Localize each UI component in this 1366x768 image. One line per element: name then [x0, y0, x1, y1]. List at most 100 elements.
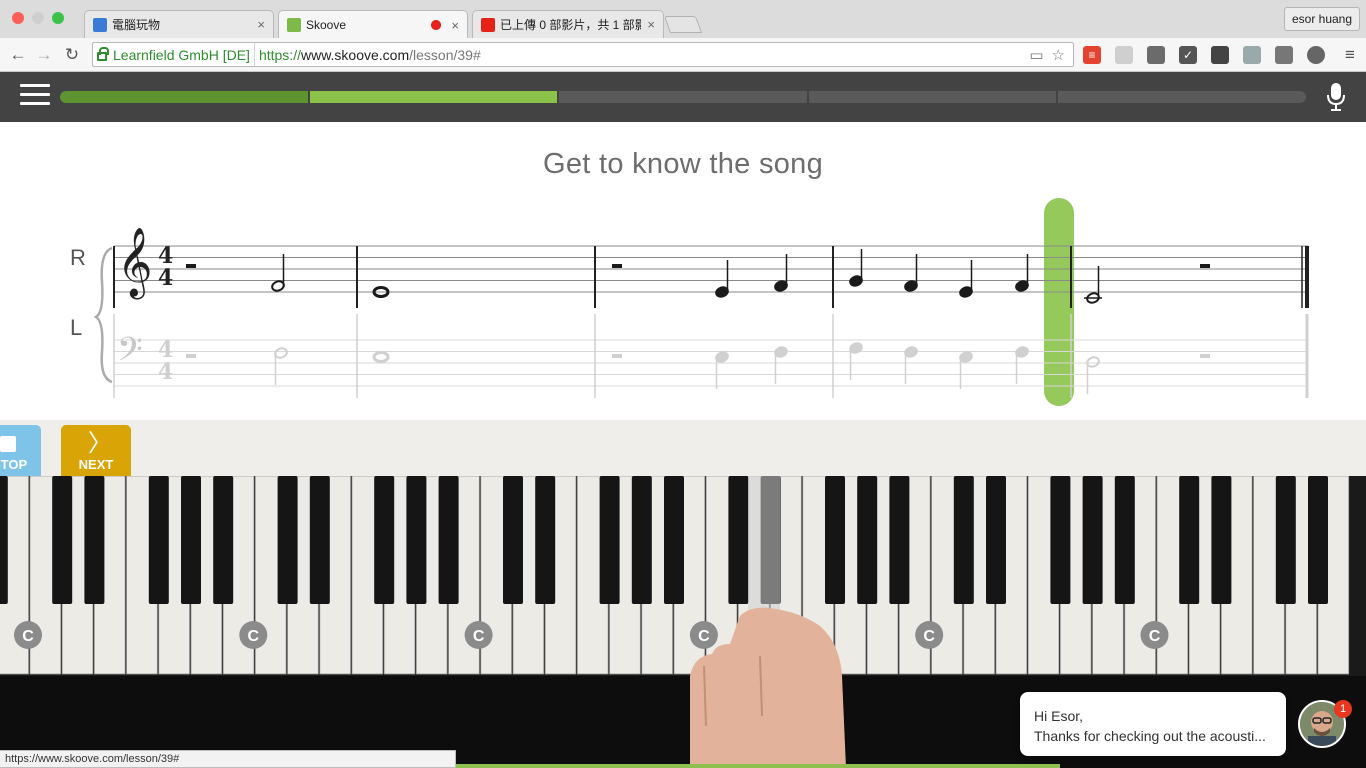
black-key: [213, 476, 234, 604]
c-key-label: C: [1149, 628, 1161, 645]
chat-message-bubble[interactable]: Hi Esor, Thanks for checking out the aco…: [1020, 692, 1286, 756]
dianao-favicon-icon: [93, 17, 107, 32]
black-key: [1308, 476, 1328, 604]
evernote-extension-icon[interactable]: [1147, 46, 1165, 64]
left-hand-label: L: [70, 315, 82, 340]
lesson-progress-bar: [60, 91, 1306, 103]
menu-icon[interactable]: ≡: [1340, 45, 1360, 65]
film-extension-icon[interactable]: [1211, 46, 1229, 64]
forward-icon[interactable]: →: [34, 45, 54, 65]
c-key-label: C: [473, 628, 485, 645]
control-bar: STOP 〉 NEXT: [0, 420, 1366, 476]
black-key: [535, 476, 556, 604]
url-path: /lesson/39#: [409, 46, 481, 63]
video-progress-bar: [456, 764, 1060, 768]
rest-icon: [612, 264, 622, 268]
progress-segment: [1058, 91, 1306, 103]
black-key: [1275, 476, 1296, 604]
black-key: [52, 476, 73, 604]
rest-icon: [612, 354, 622, 358]
c-key-label: C: [248, 628, 260, 645]
url-host: www.skoove.com: [300, 46, 410, 63]
right-hand-label: R: [70, 245, 86, 270]
cast-icon[interactable]: [1275, 46, 1293, 64]
sheet-music: R L 𝄞 4 4 𝄢 4 4: [70, 198, 1309, 406]
browser-toolbar: ← → ↻ Learnfield GmbH [DE] https:// www.…: [0, 38, 1366, 72]
search-extension-icon[interactable]: [1243, 46, 1261, 64]
c-key-label: C: [923, 628, 935, 645]
tab-title: 電腦玩物: [112, 18, 161, 32]
recording-icon: [431, 20, 442, 30]
close-icon[interactable]: ×: [451, 18, 459, 33]
stop-icon: [0, 436, 16, 452]
app-header: [0, 72, 1366, 122]
black-key: [148, 476, 169, 604]
tab-skoove[interactable]: Skoove ×: [278, 10, 468, 39]
reload-icon[interactable]: ↻: [62, 45, 82, 65]
black-key: [438, 476, 459, 604]
c-key-label: C: [698, 628, 710, 645]
todoist-extension-icon[interactable]: ≡: [1083, 46, 1101, 64]
bass-clef-icon: 𝄢: [117, 331, 143, 377]
back-icon[interactable]: ←: [8, 45, 28, 65]
close-window-button[interactable]: [12, 12, 24, 24]
black-key: [1082, 476, 1103, 604]
profile-button[interactable]: esor huang: [1284, 7, 1360, 31]
rest-icon: [1200, 264, 1210, 268]
sync-extension-icon[interactable]: [1307, 46, 1325, 64]
status-bar-url: https://www.skoove.com/lesson/39#: [0, 750, 456, 768]
black-key: [664, 476, 684, 604]
progress-segment: [60, 91, 308, 103]
close-icon[interactable]: ×: [647, 17, 655, 32]
black-key: [728, 476, 749, 604]
camera-icon[interactable]: ▭: [1029, 46, 1043, 64]
tab-dianao[interactable]: 電腦玩物 ×: [84, 10, 274, 38]
microphone-icon[interactable]: [1326, 82, 1346, 112]
next-button[interactable]: 〉 NEXT: [61, 425, 131, 476]
tab-title: Skoove: [306, 18, 347, 32]
black-key: [309, 476, 330, 604]
black-key: [181, 476, 201, 604]
black-key: [503, 476, 523, 604]
ev-certificate-badge[interactable]: Learnfield GmbH [DE]: [93, 43, 255, 66]
black-key: [1211, 476, 1232, 604]
black-key: [406, 476, 427, 604]
black-key: [84, 476, 105, 604]
minimize-window-button[interactable]: [32, 12, 44, 24]
progress-segment: [559, 91, 807, 103]
black-key: [986, 476, 1006, 604]
maximize-window-button[interactable]: [52, 12, 64, 24]
stop-label: STOP: [0, 457, 28, 472]
grand-staff-brace: [93, 246, 113, 384]
black-key: [374, 476, 395, 604]
stop-button[interactable]: STOP: [0, 425, 41, 476]
rest-icon: [1200, 354, 1210, 358]
new-tab-button[interactable]: [663, 16, 703, 33]
hamburger-menu-icon[interactable]: [20, 84, 50, 108]
url-scheme: https://: [258, 46, 301, 63]
lock-icon: [97, 46, 109, 61]
chat-greeting: Hi Esor,: [1034, 708, 1084, 724]
copy-extension-icon[interactable]: [1115, 46, 1133, 64]
rest-icon: [186, 354, 196, 358]
black-key: [0, 476, 8, 604]
rest-icon: [186, 264, 196, 268]
black-key: [1050, 476, 1071, 604]
notification-badge: 1: [1334, 700, 1352, 718]
bookmark-star-icon[interactable]: ☆: [1052, 46, 1065, 64]
bass-time-signature-bottom: 4: [158, 359, 173, 385]
address-bar[interactable]: Learnfield GmbH [DE] https:// www.skoove…: [92, 42, 1074, 67]
close-icon[interactable]: ×: [257, 17, 265, 32]
chevron-right-icon: 〉: [88, 430, 112, 457]
pocket-extension-icon[interactable]: ✓: [1179, 46, 1197, 64]
ev-label: Learnfield GmbH [DE]: [113, 46, 250, 63]
youtube-favicon-icon: [481, 17, 495, 32]
progress-segment: [808, 91, 1057, 103]
black-key: [277, 476, 298, 604]
lesson-panel: Get to know the song R L 𝄞 4 4 𝄢 4 4: [0, 122, 1366, 420]
black-key: [1114, 476, 1135, 604]
black-key: [1179, 476, 1200, 604]
browser-tab-bar: 電腦玩物 × Skoove × 已上傳 0 部影片，共 1 部影片 × esor…: [0, 0, 1366, 39]
treble-clef-icon: 𝄞: [117, 227, 152, 299]
tab-youtube[interactable]: 已上傳 0 部影片，共 1 部影片 ×: [472, 10, 664, 38]
